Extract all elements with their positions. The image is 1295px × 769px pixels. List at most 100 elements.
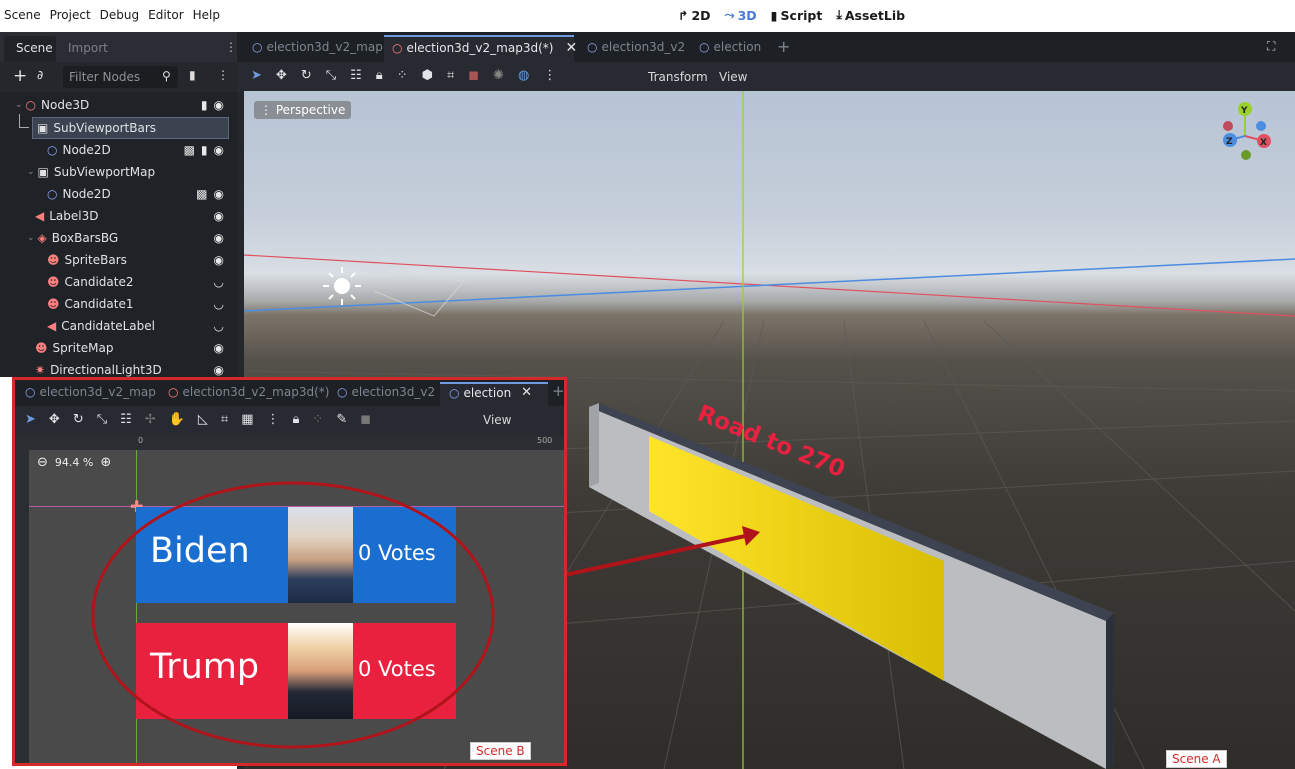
grid-icon[interactable]: ▦: [241, 412, 253, 427]
tab-scene[interactable]: Scene: [16, 41, 53, 55]
lock-icon[interactable]: 🔒︎: [293, 412, 300, 427]
transform-menu[interactable]: Transform: [648, 70, 708, 84]
rotate-tool-icon[interactable]: ↻: [73, 412, 84, 427]
tree-item-label3d[interactable]: ◀ Label3D ◉: [0, 205, 236, 227]
rotate-tool-icon[interactable]: ↻: [301, 68, 312, 83]
2d-canvas[interactable]: 0 500 ✚ ⊖ 94.4 % ⊕ Biden 0 Votes Trump 0…: [15, 436, 564, 763]
visibility-eye-icon[interactable]: ◉: [214, 231, 224, 245]
tree-item-candidate2[interactable]: ☻ Candidate2 ◡: [0, 271, 236, 293]
view-orientation-gizmo[interactable]: Y X Z: [1223, 102, 1271, 160]
add-tab-icon[interactable]: +: [777, 37, 790, 56]
menu-project[interactable]: Project: [50, 8, 91, 22]
tree-item-node2d[interactable]: ○ Node2D ▩ ▮ ◉: [0, 139, 236, 161]
scale-tool-icon[interactable]: ⤡: [97, 412, 107, 427]
attach-script-icon[interactable]: ▮: [189, 68, 196, 82]
mode-script-button[interactable]: ▮ Script: [771, 7, 823, 23]
lock-icon[interactable]: 🔒︎: [376, 68, 383, 83]
filter-nodes-input[interactable]: Filter Nodes: [63, 66, 178, 88]
visibility-eye-icon[interactable]: ◉: [214, 143, 224, 157]
visibility-eye-icon[interactable]: ◉: [214, 187, 224, 201]
mode-2d-button[interactable]: ↱ 2D: [678, 7, 711, 23]
tab-election[interactable]: ○ election: [699, 40, 761, 54]
inset-tab-election3d-v2[interactable]: ○ election3d_v2: [337, 385, 435, 399]
add-node-icon[interactable]: +: [13, 66, 27, 86]
group-icon[interactable]: ⁘: [312, 412, 323, 427]
close-icon[interactable]: ✕: [565, 40, 577, 56]
mode-3d-button[interactable]: ⤳ 3D: [725, 7, 757, 23]
tree-item-candidatelabel[interactable]: ◀ CandidateLabel ◡: [0, 315, 236, 337]
camera-icon[interactable]: ◼: [360, 412, 371, 427]
ruler-icon[interactable]: ◺: [198, 412, 208, 427]
menu-help[interactable]: Help: [193, 8, 220, 22]
pivot-icon[interactable]: ✢: [145, 412, 156, 427]
collapse-arrow-icon[interactable]: ⌄: [27, 233, 35, 243]
visibility-eye-icon[interactable]: ◉: [214, 341, 224, 355]
link-icon[interactable]: ∂: [37, 68, 43, 82]
collapse-arrow-icon[interactable]: ⌄: [27, 167, 35, 177]
visibility-eye-icon[interactable]: ◉: [214, 253, 224, 267]
move-tool-icon[interactable]: ✥: [49, 412, 60, 427]
menu-editor[interactable]: Editor: [148, 8, 184, 22]
add-tab-icon[interactable]: +: [552, 382, 565, 400]
clapper-icon[interactable]: ▩: [196, 187, 207, 201]
bone-icon[interactable]: ✎: [336, 412, 347, 427]
tree-item-label: Candidate2: [64, 275, 134, 289]
tab-election3d-v2-map3d[interactable]: ○ election3d_v2_map3d(*) ✕: [392, 40, 577, 56]
script-icon[interactable]: ▮: [201, 143, 208, 157]
tab-label: election: [713, 40, 762, 54]
dock-menu-icon[interactable]: ⋮: [225, 40, 237, 54]
inset-tab-election3d-v2-map[interactable]: ○ election3d_v2_map: [25, 385, 156, 399]
mode-assetlib-button[interactable]: ⤓ AssetLib: [836, 7, 905, 23]
inset-tab-election[interactable]: ○ election ✕: [449, 385, 532, 400]
more-options-icon[interactable]: ⋮: [543, 68, 556, 83]
scale-tool-icon[interactable]: ⤡: [326, 68, 336, 83]
clapper-icon[interactable]: ▩: [184, 143, 195, 157]
more-options-icon[interactable]: ⋮: [267, 412, 280, 427]
close-icon[interactable]: ✕: [521, 385, 532, 400]
light-gizmo-icon[interactable]: [323, 267, 466, 317]
tab-election3d-v2[interactable]: ○ election3d_v2: [587, 40, 685, 54]
group-icon[interactable]: ⁘: [397, 68, 408, 83]
snap-icon[interactable]: ⌗: [221, 412, 228, 427]
tree-item-node2d[interactable]: ○ Node2D ▩ ◉: [0, 183, 236, 205]
tab-label: election3d_v2: [601, 40, 686, 54]
inset-tab-election3d-v2-map3d[interactable]: ○ election3d_v2_map3d(*): [168, 385, 329, 399]
menu-debug[interactable]: Debug: [100, 8, 139, 22]
list-select-icon[interactable]: ☷: [120, 412, 132, 427]
sun-preview-icon[interactable]: ✺: [493, 68, 504, 83]
tree-item-subviewportbars[interactable]: ▣ SubViewportBars: [32, 117, 229, 139]
tree-item-spritebars[interactable]: ☻ SpriteBars ◉: [0, 249, 236, 271]
tab-election3d-v2-map[interactable]: ○ election3d_v2_map: [252, 40, 383, 54]
visibility-eye-icon[interactable]: ◉: [214, 363, 224, 377]
tree-item-spritemap[interactable]: ☻ SpriteMap ◉: [0, 337, 236, 359]
tree-item-boxbarsbg[interactable]: ⌄ ◈ BoxBarsBG ◉: [0, 227, 236, 249]
move-tool-icon[interactable]: ✥: [276, 68, 287, 83]
camera-icon[interactable]: ◼: [468, 68, 479, 83]
board-3d-model[interactable]: Road to 270: [589, 400, 1114, 769]
view-menu[interactable]: View: [483, 413, 511, 427]
scene-menu-icon[interactable]: ⋮: [217, 68, 229, 82]
list-select-icon[interactable]: ☷: [350, 68, 362, 83]
menu-scene[interactable]: Scene: [4, 8, 41, 22]
select-tool-icon[interactable]: ➤: [251, 68, 262, 83]
select-tool-icon[interactable]: ➤: [25, 412, 36, 427]
distraction-free-icon[interactable]: ⛶: [1267, 39, 1275, 54]
visibility-hidden-icon[interactable]: ◡: [214, 275, 224, 289]
tree-item-subviewportmap[interactable]: ⌄ ▣ SubViewportMap: [0, 161, 236, 183]
local-space-icon[interactable]: ⬢: [422, 68, 433, 83]
collapse-arrow-icon[interactable]: ⌄: [15, 100, 23, 110]
visibility-eye-icon[interactable]: ◉: [214, 209, 224, 223]
environment-preview-icon[interactable]: ◍: [518, 68, 529, 83]
tree-item-candidate1[interactable]: ☻ Candidate1 ◡: [0, 293, 236, 315]
scene-tabs: ○ election3d_v2_map ○ election3d_v2_map3d(…: [237, 32, 1295, 62]
tree-item-node3d[interactable]: ⌄ ○ Node3D ▮ ◉: [0, 94, 236, 116]
visibility-hidden-icon[interactable]: ◡: [214, 297, 224, 311]
pan-tool-icon[interactable]: ✋: [169, 412, 185, 427]
script-icon[interactable]: ▮: [201, 98, 208, 112]
view-menu[interactable]: View: [719, 70, 747, 84]
visibility-eye-icon[interactable]: ◉: [214, 98, 224, 112]
tab-import[interactable]: Import: [68, 41, 108, 55]
perspective-menu-button[interactable]: ⋮ Perspective: [254, 101, 352, 119]
snap-icon[interactable]: ⌗: [447, 68, 454, 83]
visibility-hidden-icon[interactable]: ◡: [214, 319, 224, 333]
